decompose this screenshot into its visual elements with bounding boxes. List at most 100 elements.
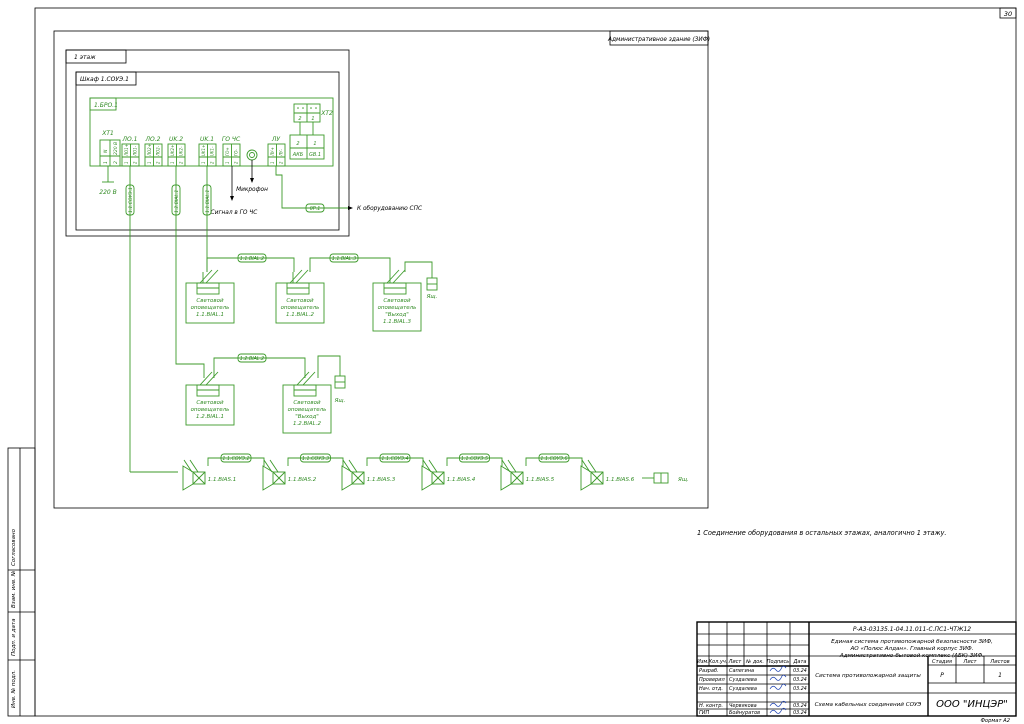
link-d4-d5-label: 1.2.BIAL.2: [240, 356, 264, 362]
row-role: Нач. отд.: [699, 686, 723, 692]
light-device-2-w2: оповещатель: [281, 305, 320, 311]
speaker-label: 1.1.BIAS.2: [288, 477, 317, 483]
speaker-icon: [262, 465, 274, 491]
light-device-3-id: 1.1.BIAL.3: [383, 319, 411, 325]
cabinet-label: Шкаф 1.СОУЭ.1: [80, 76, 129, 83]
terminal-uk2-pin-2: UK2-: [179, 146, 184, 156]
row-role: Разраб.: [699, 668, 719, 674]
junction-box-3: Ящ.: [653, 472, 689, 484]
cable-soue-label: 1.1.СОУЭ.1: [128, 187, 134, 213]
speaker-cable-label: 1.1.СОУЭ.4: [381, 456, 408, 462]
terminal-lu-pin-1: ЛУ+: [270, 147, 275, 157]
terminal-xt2-num-d: 1: [313, 141, 316, 147]
terminal-lo1-pin-2: ЛО1-: [133, 145, 138, 157]
light-device-5-exit: "Выход": [295, 414, 319, 420]
terminal-xt2-pin-akb: АКБ: [292, 152, 304, 158]
light-device-2: Световой оповещатель 1.1.BIAL.2: [275, 269, 325, 324]
ops-cable-label: 0Р.1: [310, 206, 321, 212]
speaker-cable-label: 1.1.СОУЭ.2: [222, 456, 249, 462]
link-d5-jb: [317, 355, 341, 378]
speaker-label: 1.1.BIAS.3: [367, 477, 396, 483]
supply-label: 220 В: [99, 189, 116, 196]
light-device-3-exit: "Выход": [385, 312, 409, 318]
speaker-icon: [500, 465, 512, 491]
light-device-4-w2: оповещатель: [191, 407, 230, 413]
speaker-4: 1.1.BIAS.4 1.1.СОУЭ.5: [421, 453, 503, 491]
terminal-xt2-pin-gb: GB.1: [309, 152, 321, 158]
terminal-uk2-num-1: 1: [170, 161, 175, 164]
row-role: Н. контр.: [699, 703, 723, 709]
project-line-2: АО «Полюс Алдан». Главный корпус ЗИФ.: [849, 646, 973, 652]
terminal-go-label: ГО ЧС: [222, 136, 241, 143]
terminal-uk2: UK.2 UK2+ UK2- 1 2: [167, 136, 186, 167]
row-name: Бойнуратов: [729, 710, 760, 716]
terminal-go-pin-2: ГО-: [234, 149, 239, 156]
terminal-lo1-label: ЛО.1: [122, 136, 138, 143]
signature-mark: [769, 683, 787, 690]
terminal-xt1-num-2: 2: [113, 161, 119, 164]
row-date: 03.24: [793, 703, 807, 709]
terminal-xt1: ХТ1 N 220 В 1 2: [99, 130, 121, 167]
light-device-1-id: 1.1.BIAL.1: [196, 312, 224, 318]
terminal-go-num-1: 1: [225, 161, 230, 164]
terminal-xt1-pin-1: N: [103, 149, 109, 153]
cable-bial12-drop: [175, 357, 205, 378]
signature-mark: [769, 665, 787, 672]
terminal-xt1-num-1: 1: [103, 161, 109, 164]
head-doc: № док.: [745, 659, 764, 665]
terminal-uk1-pin-2: UK1-: [210, 146, 215, 156]
cable-bial12-label: 1.2.BIAL.1: [174, 190, 180, 213]
speaker-row: 1.1.BIAS.1 1.1.СОУЭ.2 1.1.BIAS.2 1.1.СОУЭ.3…: [182, 453, 635, 491]
stamp-agreed: Согласовано: [11, 528, 17, 566]
junction-box-2: Ящ.: [334, 375, 346, 404]
sheet-frame: [34, 7, 1017, 717]
terminal-lo1-pin-1: ЛО1+: [124, 144, 129, 157]
terminal-lo2-pin-2: ЛО2-: [156, 145, 161, 157]
row-name: Суздалева: [729, 677, 757, 683]
title-block-rows: Разраб. Сапегина 03.24 Проверил Суздалева 03.…: [699, 665, 807, 716]
sheet-format: Формат А2: [980, 718, 1010, 724]
sheet-note: 1 Соединение оборудования в остальных эт…: [697, 529, 947, 537]
row-name: Суздалева: [729, 686, 757, 692]
building-frame: [53, 30, 709, 509]
terminal-lo1: ЛО.1 ЛО1+ ЛО1- 1 2: [122, 136, 140, 167]
light-device-1-w1: Световой: [196, 298, 224, 304]
row-role: Проверил: [699, 677, 725, 683]
speaker-icon: [182, 465, 194, 491]
terminal-lo1-num-2: 2: [133, 161, 138, 164]
link-d1-d2-label: 1.1.BIAL.2: [240, 256, 264, 262]
terminal-xt2-num-a: 2: [298, 116, 301, 122]
terminal-lo2-label: ЛО.2: [145, 136, 161, 143]
building-label: Административное здание (ЗИФ): [607, 37, 710, 43]
speaker-label: 1.1.BIAS.4: [447, 477, 476, 483]
cable-bial11-label: 1.1.BIAL.1: [205, 190, 211, 213]
light-device-1: Световой оповещатель 1.1.BIAL.1: [185, 269, 235, 324]
speaker-3: 1.1.BIAS.3 1.1.СОУЭ.4: [341, 453, 424, 491]
terminal-lo2-num-2: 2: [156, 161, 161, 164]
speaker-cable-label: 1.1.СОУЭ.5: [461, 456, 488, 462]
stamp-sign-date: Подп. и дата: [11, 618, 17, 656]
light-device-4: Световой оповещатель 1.2.BIAL.1: [185, 371, 235, 426]
terminal-lo1-num-1: 1: [124, 161, 129, 164]
terminal-uk1-num-2: 2: [210, 161, 215, 164]
speaker-label: 1.1.BIAS.1: [208, 477, 236, 483]
sps-arrow: [348, 206, 353, 210]
stamp-inv-original: Инв. № подл.: [11, 670, 17, 708]
light-device-5-id: 1.2.BIAL.2: [293, 421, 321, 427]
list-head: Лист: [962, 659, 977, 665]
ops-cable-line: [275, 166, 348, 209]
terminal-lu-label: ЛУ: [271, 136, 281, 143]
speaker-cable-label: 1.1.СОУЭ.3: [302, 456, 329, 462]
row-date: 03.24: [793, 677, 807, 683]
project-line-1: Единая система противопожарной безопасно…: [831, 639, 993, 645]
signature-mark: [769, 674, 787, 681]
terminal-lo2: ЛО.2 ЛО2+ ЛО2- 1 2: [145, 136, 163, 167]
speaker-icon: [421, 465, 433, 491]
terminal-go-num-2: 2: [234, 161, 239, 164]
terminal-xt2-label: ХТ2: [320, 110, 333, 117]
doc-code: Р-А3-03135.1-04.11.011-С.ПС1-ЧТЖ12: [853, 626, 971, 633]
speaker-cable-label: 1.1.СОУЭ.6: [540, 456, 567, 462]
speaker-icon: [341, 465, 353, 491]
terminal-lu-num-1: 1: [270, 161, 275, 164]
floor-label: 1 этаж: [74, 54, 96, 61]
